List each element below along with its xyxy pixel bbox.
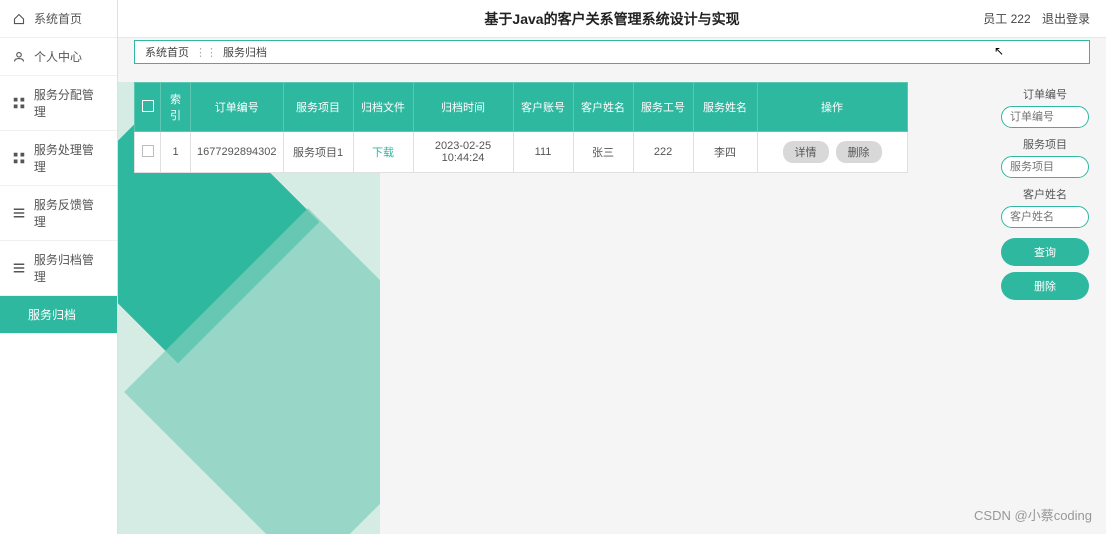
header: 基于Java的客户关系管理系统设计与实现 员工 222 退出登录 (118, 0, 1106, 38)
col-staff-no: 服务工号 (633, 83, 693, 132)
data-table-wrap: 索引 订单编号 服务项目 归档文件 归档时间 客户账号 客户姓名 服务工号 服务… (134, 82, 908, 534)
cell-order-no: 1677292894302 (191, 132, 284, 173)
cell-archive-time: 2023-02-25 10:44:24 (413, 132, 513, 173)
breadcrumb-home[interactable]: 系统首页 (145, 44, 189, 60)
search-panel: 订单编号 服务项目 客户姓名 查询 删除 (1000, 82, 1090, 300)
home-icon (12, 12, 26, 26)
cell-customer-acct: 111 (513, 132, 573, 173)
sidebar-item-label: 服务分配管理 (34, 86, 105, 120)
logout-link[interactable]: 退出登录 (1042, 12, 1090, 26)
search-order-label: 订单编号 (1023, 86, 1067, 102)
sidebar-item-label: 个人中心 (34, 48, 82, 65)
search-item-label: 服务项目 (1023, 136, 1067, 152)
download-link[interactable]: 下载 (372, 147, 394, 159)
col-archive-time: 归档时间 (413, 83, 513, 132)
breadcrumb-current: 服务归档 (223, 44, 267, 60)
cursor-icon: ↖ (994, 44, 1004, 58)
search-name-label: 客户姓名 (1023, 186, 1067, 202)
grid-icon (12, 151, 26, 165)
col-action: 操作 (757, 83, 907, 132)
sidebar-item-label: 系统首页 (34, 10, 82, 27)
sidebar-item-archive[interactable]: 服务归档 (0, 296, 117, 334)
select-all-checkbox[interactable] (142, 100, 154, 112)
cell-staff-no: 222 (633, 132, 693, 173)
watermark: CSDN @小蔡coding (974, 505, 1092, 524)
sidebar-item-feedback[interactable]: 服务反馈管理 (0, 186, 117, 241)
delete-button[interactable]: 删除 (1001, 272, 1089, 300)
sidebar-item-home[interactable]: 系统首页 (0, 0, 117, 38)
table-header-row: 索引 订单编号 服务项目 归档文件 归档时间 客户账号 客户姓名 服务工号 服务… (135, 83, 908, 132)
delete-row-button[interactable]: 删除 (836, 141, 882, 163)
col-order-no: 订单编号 (191, 83, 284, 132)
cell-index: 1 (161, 132, 191, 173)
grid-icon (12, 96, 26, 110)
sidebar-item-assign[interactable]: 服务分配管理 (0, 76, 117, 131)
list-icon (12, 206, 26, 220)
detail-button[interactable]: 详情 (783, 141, 829, 163)
col-customer-name: 客户姓名 (573, 83, 633, 132)
col-index: 索引 (161, 83, 191, 132)
col-customer-acct: 客户账号 (513, 83, 573, 132)
breadcrumb-separator-icon: ⋮⋮ (195, 46, 217, 59)
user-icon (12, 50, 26, 64)
col-staff-name: 服务姓名 (693, 83, 757, 132)
cell-action: 详情 删除 (757, 132, 907, 173)
sidebar-item-label: 服务归档管理 (34, 251, 105, 285)
cell-service-item: 服务项目1 (283, 132, 353, 173)
sidebar-item-archive-mgmt[interactable]: 服务归档管理 (0, 241, 117, 296)
col-checkbox (135, 83, 161, 132)
sidebar-item-label: 服务反馈管理 (34, 196, 105, 230)
search-order-input[interactable] (1001, 106, 1089, 128)
sidebar-item-profile[interactable]: 个人中心 (0, 38, 117, 76)
table-row: 1 1677292894302 服务项目1 下载 2023-02-25 10:4… (135, 132, 908, 173)
sidebar-item-label: 服务处理管理 (34, 141, 105, 175)
breadcrumb: 系统首页 ⋮⋮ 服务归档 (134, 40, 1090, 64)
col-archive-file: 归档文件 (353, 83, 413, 132)
user-label: 员工 222 (983, 12, 1030, 26)
search-name-input[interactable] (1001, 206, 1089, 228)
content: 索引 订单编号 服务项目 归档文件 归档时间 客户账号 客户姓名 服务工号 服务… (118, 70, 1106, 534)
cell-staff-name: 李四 (693, 132, 757, 173)
list-icon (12, 261, 26, 275)
sidebar: 系统首页 个人中心 服务分配管理 服务处理管理 服务反馈管理 服务归档管理 服务… (0, 0, 118, 534)
col-service-item: 服务项目 (283, 83, 353, 132)
header-right: 员工 222 退出登录 (975, 10, 1090, 27)
page-title: 基于Java的客户关系管理系统设计与实现 (484, 9, 739, 29)
sidebar-item-process[interactable]: 服务处理管理 (0, 131, 117, 186)
data-table: 索引 订单编号 服务项目 归档文件 归档时间 客户账号 客户姓名 服务工号 服务… (134, 82, 908, 173)
sidebar-item-label: 服务归档 (28, 306, 76, 323)
search-item-input[interactable] (1001, 156, 1089, 178)
cell-customer-name: 张三 (573, 132, 633, 173)
query-button[interactable]: 查询 (1001, 238, 1089, 266)
row-checkbox[interactable] (142, 145, 154, 157)
